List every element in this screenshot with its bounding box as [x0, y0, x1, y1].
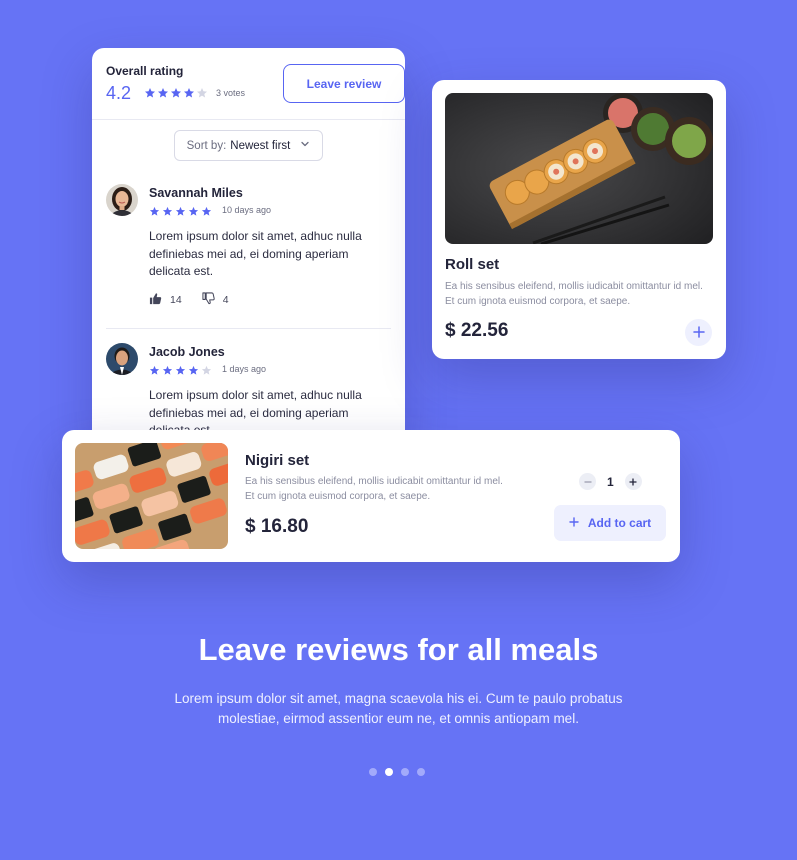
thumbs-up-icon[interactable] [149, 292, 162, 308]
star-icon [188, 204, 199, 222]
add-to-cart-button[interactable]: Add to cart [554, 505, 666, 541]
roll-set-image [445, 93, 713, 244]
leave-review-button[interactable]: Leave review [283, 64, 405, 103]
review-stars [149, 363, 212, 381]
avatar [106, 343, 138, 375]
nigiri-set-image [75, 443, 228, 549]
review-divider [106, 328, 391, 329]
star-icon [144, 86, 156, 104]
reviews-header: Overall rating 4.2 3 votes Leave review [92, 48, 405, 120]
star-icon [175, 363, 186, 381]
overall-rating-score: 4.2 [106, 83, 132, 103]
reviewer-name: Jacob Jones [149, 345, 225, 359]
pagination-dot[interactable] [369, 768, 377, 776]
sort-prefix: Sort by: [186, 139, 227, 152]
plus-icon [629, 475, 637, 489]
quantity-stepper: 1 [579, 473, 642, 490]
hero-title: Leave reviews for all meals [198, 632, 599, 667]
review-stars [149, 204, 212, 222]
add-roll-set-button[interactable] [685, 319, 712, 346]
review-date: 1 days ago [222, 364, 267, 374]
review-text: Lorem ipsum dolor sit amet, adhuc nulla … [149, 229, 362, 278]
star-icon [149, 204, 160, 222]
sort-select[interactable]: Sort by: Newest first [174, 130, 323, 161]
roll-set-card: Roll set Ea his sensibus eleifend, molli… [432, 80, 726, 359]
star-icon [201, 204, 212, 222]
dislikes-count: 4 [222, 294, 229, 306]
reviews-card: Overall rating 4.2 3 votes Leave review … [92, 48, 405, 448]
star-icon [157, 86, 169, 104]
likes-count: 14 [170, 294, 182, 306]
add-to-cart-label: Add to cart [587, 516, 652, 530]
hero-subtitle: Lorem ipsum dolor sit amet, magna scaevo… [174, 691, 623, 726]
thumbs-down-icon[interactable] [202, 292, 215, 308]
review-date: 10 days ago [222, 205, 272, 215]
star-icon [175, 204, 186, 222]
reviewer-name: Savannah Miles [149, 186, 243, 200]
nigiri-set-description: Ea his sensibus eleifend, mollis iudicab… [245, 476, 503, 502]
star-icon [170, 86, 182, 104]
roll-set-title: Roll set [445, 256, 500, 273]
star-icon [201, 363, 212, 381]
star-icon [162, 204, 173, 222]
plus-icon [692, 323, 705, 343]
pagination-dots [369, 768, 425, 776]
sort-value: Newest first [230, 139, 291, 152]
star-icon [196, 86, 208, 104]
nigiri-set-price: $ 16.80 [245, 516, 309, 537]
star-icon [162, 363, 173, 381]
review-actions: 14 4 [149, 292, 229, 308]
roll-set-price: $ 22.56 [445, 320, 509, 341]
plus-icon [569, 516, 579, 530]
minus-icon [583, 475, 592, 489]
decrement-button[interactable] [579, 473, 596, 490]
quantity-value: 1 [607, 474, 614, 489]
overall-rating-label: Overall rating [106, 64, 184, 78]
avatar [106, 184, 138, 216]
roll-set-description: Ea his sensibus eleifend, mollis iudicab… [445, 281, 703, 307]
star-icon [183, 86, 195, 104]
votes-count: 3 votes [216, 88, 246, 98]
pagination-dot[interactable] [385, 768, 393, 776]
pagination-dot[interactable] [417, 768, 425, 776]
star-icon [188, 363, 199, 381]
overall-rating-stars [144, 86, 208, 104]
nigiri-set-card: Nigiri set Ea his sensibus eleifend, mol… [62, 430, 680, 562]
nigiri-set-title: Nigiri set [245, 452, 310, 469]
star-icon [149, 363, 160, 381]
increment-button[interactable] [624, 473, 642, 490]
chevron-down-icon [300, 139, 310, 152]
pagination-dot[interactable] [401, 768, 409, 776]
